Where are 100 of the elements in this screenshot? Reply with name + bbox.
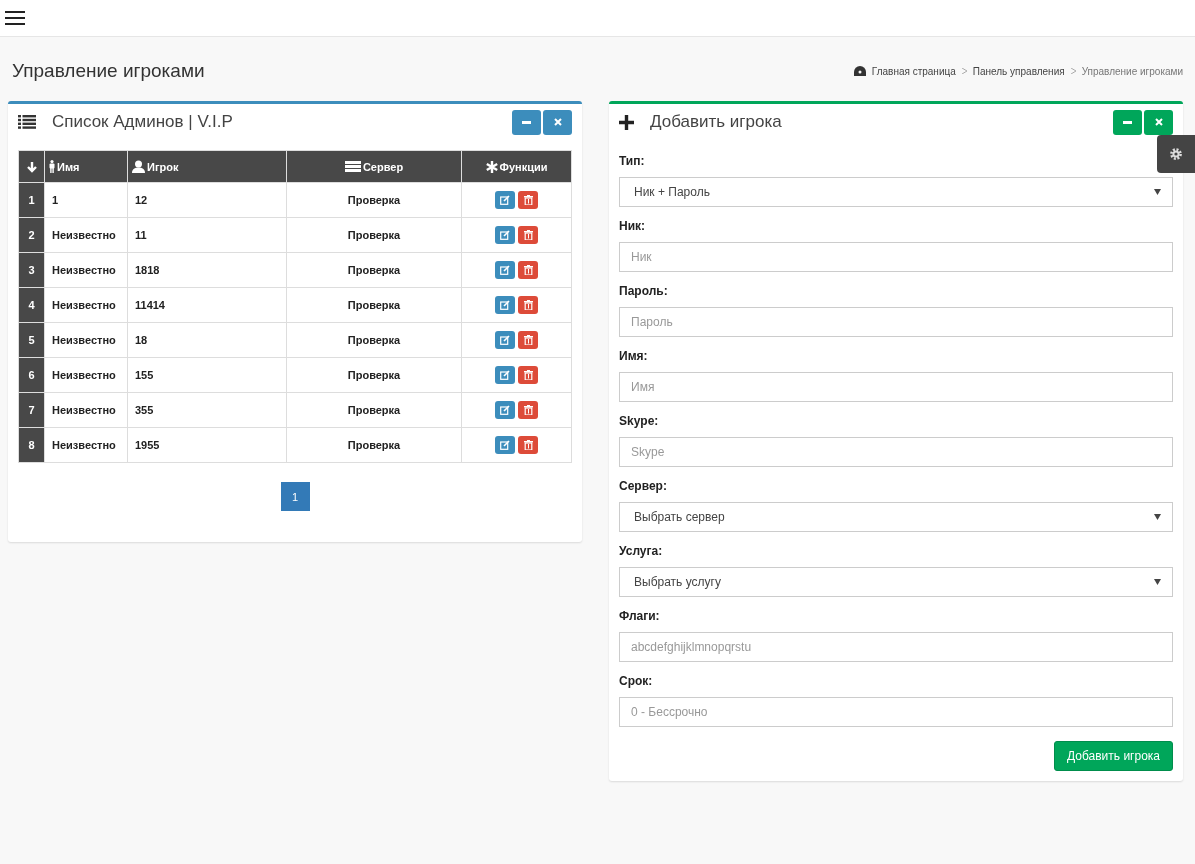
edit-icon	[500, 195, 510, 205]
plus-icon	[619, 114, 634, 130]
minus-icon	[1123, 120, 1132, 124]
panel-title: Добавить игрока	[650, 112, 783, 132]
delete-button[interactable]	[518, 296, 538, 314]
row-number: 2	[18, 217, 45, 253]
name-cell: Неизвестно	[44, 322, 128, 358]
row-number: 4	[18, 287, 45, 323]
settings-button[interactable]	[1157, 135, 1195, 173]
delete-button[interactable]	[518, 191, 538, 209]
delete-button[interactable]	[518, 436, 538, 454]
edit-button[interactable]	[495, 226, 515, 244]
select-field[interactable]: Ник + Пароль	[619, 177, 1173, 207]
edit-button[interactable]	[495, 436, 515, 454]
breadcrumb-link[interactable]: Управление игроками	[1081, 65, 1183, 77]
list-icon	[18, 115, 36, 129]
server-cell: Проверка	[286, 252, 462, 288]
chevron-icon	[961, 68, 967, 74]
edit-button[interactable]	[495, 366, 515, 384]
user-icon	[132, 160, 145, 173]
person-icon	[49, 160, 55, 173]
field-label: Срок:	[619, 674, 654, 688]
server-cell: Проверка	[286, 287, 462, 323]
breadcrumb-link[interactable]: Панель управления	[972, 65, 1065, 77]
page-button[interactable]: 1	[280, 482, 310, 511]
row-number: 3	[18, 252, 45, 288]
close-icon	[553, 118, 562, 126]
column-label: Функции	[499, 160, 548, 173]
delete-button[interactable]	[518, 261, 538, 279]
down-arrow-icon	[25, 160, 38, 173]
edit-icon	[500, 230, 510, 240]
delete-button[interactable]	[518, 331, 538, 349]
select-field[interactable]: Выбрать сервер	[619, 502, 1173, 532]
name-cell: Неизвестно	[44, 217, 128, 253]
server-cell: Проверка	[286, 427, 462, 463]
field-label: Skype:	[619, 414, 660, 428]
row-number: 5	[18, 322, 45, 358]
field-label: Имя:	[619, 349, 649, 363]
select-field[interactable]: Выбрать услугу	[619, 567, 1173, 597]
text-field[interactable]: 0 - Бессрочно	[619, 697, 1173, 727]
asterisk-icon	[485, 160, 498, 173]
dropdown-arrow-icon	[1154, 579, 1161, 585]
trash-icon	[523, 195, 533, 205]
server-cell: Проверка	[286, 392, 462, 428]
minimize-button[interactable]	[512, 109, 541, 135]
player-cell: 11	[127, 217, 287, 253]
delete-button[interactable]	[518, 401, 538, 419]
edit-icon	[500, 300, 510, 310]
name-cell: 1	[44, 182, 128, 218]
page-title: Управление игроками	[12, 60, 205, 82]
text-field[interactable]: abcdefghijklmnopqrstu	[619, 632, 1173, 662]
dropdown-arrow-icon	[1154, 514, 1161, 520]
field-label: Сервер:	[619, 479, 668, 493]
column-label: Имя	[57, 160, 80, 173]
server-cell: Проверка	[286, 182, 462, 218]
name-cell: Неизвестно	[44, 252, 128, 288]
player-cell: 11414	[127, 287, 287, 323]
minimize-button[interactable]	[1113, 109, 1142, 135]
row-number: 1	[18, 182, 45, 218]
field-label: Ник:	[619, 219, 647, 233]
field-label: Тип:	[619, 154, 646, 168]
edit-button[interactable]	[495, 331, 515, 349]
edit-icon	[500, 335, 510, 345]
breadcrumb-link[interactable]: Главная страница	[871, 65, 956, 77]
column-label: Игрок	[147, 160, 179, 173]
trash-icon	[523, 265, 533, 275]
field-label: Пароль:	[619, 284, 669, 298]
text-field[interactable]: Имя	[619, 372, 1173, 402]
menu-icon[interactable]	[5, 10, 25, 26]
name-cell: Неизвестно	[44, 427, 128, 463]
player-cell: 1818	[127, 252, 287, 288]
close-button[interactable]	[1144, 109, 1173, 135]
trash-icon	[523, 440, 533, 450]
text-field[interactable]: Skype	[619, 437, 1173, 467]
close-button[interactable]	[543, 109, 572, 135]
delete-button[interactable]	[518, 366, 538, 384]
server-cell: Проверка	[286, 357, 462, 393]
row-number: 8	[18, 427, 45, 463]
row-number: 7	[18, 392, 45, 428]
edit-icon	[500, 405, 510, 415]
dropdown-arrow-icon	[1154, 189, 1161, 195]
player-cell: 155	[127, 357, 287, 393]
edit-button[interactable]	[495, 296, 515, 314]
player-cell: 355	[127, 392, 287, 428]
edit-button[interactable]	[495, 401, 515, 419]
edit-icon	[500, 265, 510, 275]
settings-icon	[1169, 147, 1183, 161]
text-field[interactable]: Пароль	[619, 307, 1173, 337]
chevron-icon	[1070, 68, 1076, 74]
column-label: Сервер	[362, 160, 404, 173]
minus-icon	[522, 120, 531, 124]
trash-icon	[523, 405, 533, 415]
delete-button[interactable]	[518, 226, 538, 244]
edit-button[interactable]	[495, 191, 515, 209]
server-cell: Проверка	[286, 322, 462, 358]
edit-icon	[500, 370, 510, 380]
text-field[interactable]: Ник	[619, 242, 1173, 272]
dashboard-icon	[853, 66, 866, 76]
trash-icon	[523, 300, 533, 310]
edit-button[interactable]	[495, 261, 515, 279]
